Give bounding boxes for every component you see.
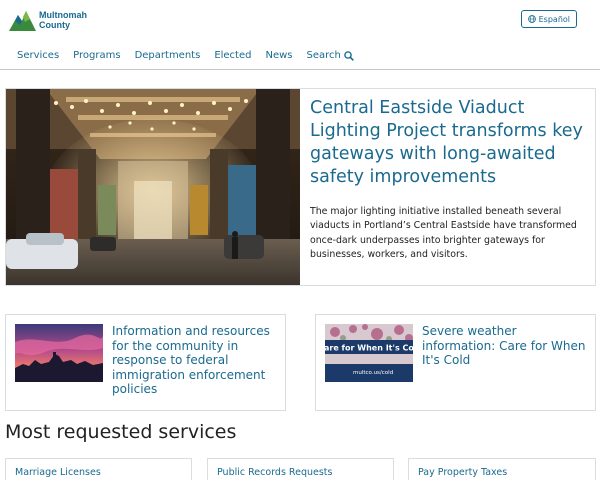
hero-title[interactable]: Central Eastside Viaduct Lighting Projec… xyxy=(310,97,590,189)
card-cold-photo: are for When It's Co multco.us/cold xyxy=(325,324,413,382)
county-logo[interactable]: Multnomah County xyxy=(9,9,87,31)
site-header: Multnomah County Español Services Progra… xyxy=(0,0,600,70)
card-immigration-info[interactable]: Information and resources for the commun… xyxy=(5,314,286,411)
search-icon xyxy=(344,50,354,61)
logo-line1: Multnomah xyxy=(39,10,87,20)
globe-icon xyxy=(527,15,536,23)
service-marriage-licenses[interactable]: Marriage Licenses xyxy=(5,458,192,480)
cold-image-headline: are for When It's Co xyxy=(325,344,413,353)
nav-news[interactable]: News xyxy=(265,50,292,61)
hero-feature[interactable]: Central Eastside Viaduct Lighting Projec… xyxy=(5,88,596,286)
nav-programs[interactable]: Programs xyxy=(73,50,120,61)
nav-services[interactable]: Services xyxy=(17,50,59,61)
nav-search-label: Search xyxy=(306,50,341,61)
nav-search[interactable]: Search xyxy=(307,50,354,61)
card-immigration-title[interactable]: Information and resources for the commun… xyxy=(112,324,280,397)
card-severe-weather[interactable]: are for When It's Co multco.us/cold Seve… xyxy=(315,314,596,411)
service-public-records[interactable]: Public Records Requests xyxy=(207,458,394,480)
hero-body: The major lighting initiative installed … xyxy=(310,206,577,260)
logo-line2: County xyxy=(39,20,70,30)
language-button-label: Español xyxy=(538,14,570,24)
cold-weather-image: are for When It's Co multco.us/cold xyxy=(325,324,413,382)
hero-viaduct-photo[interactable] xyxy=(6,89,300,285)
nav-elected[interactable]: Elected xyxy=(214,50,251,61)
most-requested-heading: Most requested services xyxy=(5,421,237,443)
service-property-taxes[interactable]: Pay Property Taxes xyxy=(408,458,596,480)
cold-image-url: multco.us/cold xyxy=(353,370,393,376)
mountain-logo-icon xyxy=(9,11,36,31)
card-weather-title[interactable]: Severe weather information: Care for Whe… xyxy=(422,324,590,368)
sunset-skyline-image xyxy=(15,324,103,382)
card-sunset-photo xyxy=(15,324,103,382)
viaduct-lighting-image xyxy=(6,89,300,285)
nav-departments[interactable]: Departments xyxy=(135,50,201,61)
page-edge xyxy=(596,0,600,480)
main-nav: Services Programs Departments Elected Ne… xyxy=(17,50,354,61)
language-button[interactable]: Español xyxy=(520,10,577,28)
